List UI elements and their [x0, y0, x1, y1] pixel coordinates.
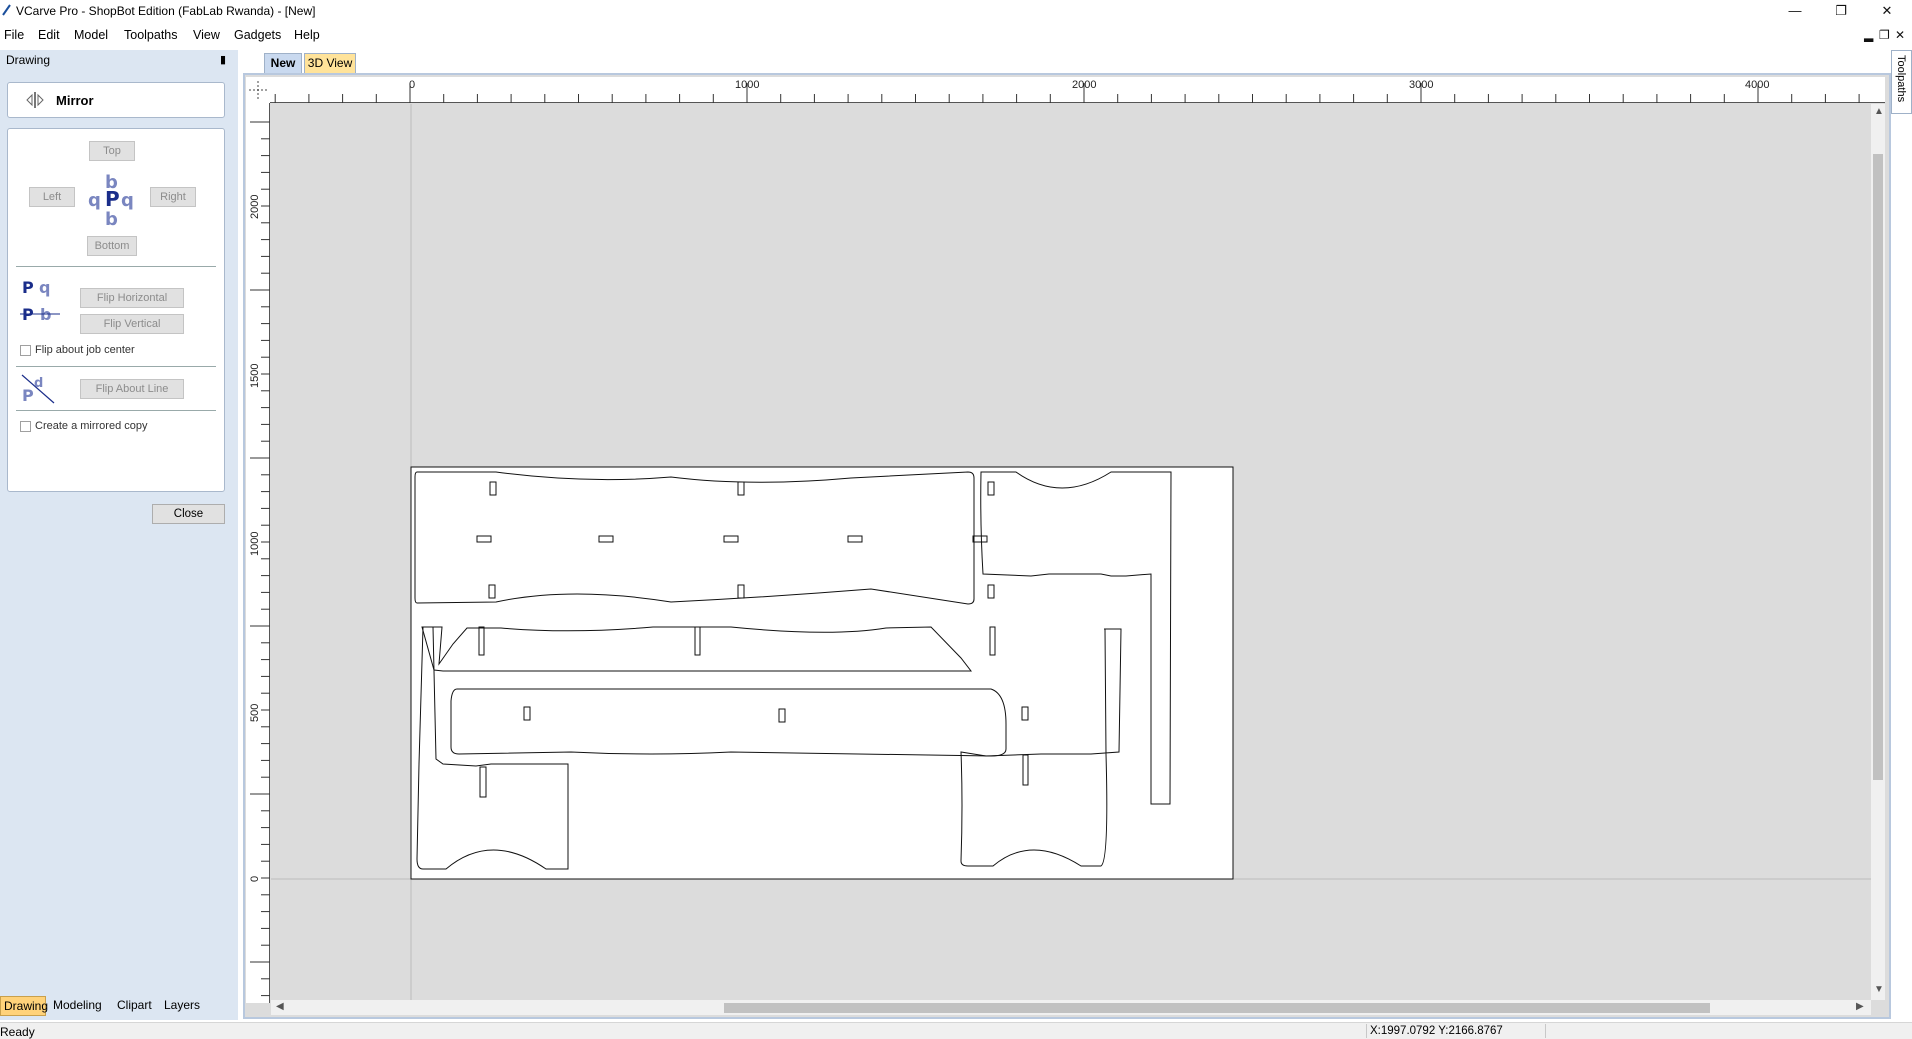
tab-layers[interactable]: Layers — [161, 996, 207, 1016]
toolpaths-side-label: Toolpaths — [1895, 55, 1907, 103]
top-button[interactable]: Top — [89, 141, 135, 161]
ruler-label-v: 2000 — [249, 194, 261, 219]
mdi-restore-icon[interactable]: ❐ — [1879, 28, 1890, 42]
ruler-label-h: 4000 — [1745, 79, 1770, 91]
material-sheet[interactable] — [410, 466, 1234, 880]
tab-clipart[interactable]: Clipart — [114, 996, 160, 1016]
flip-vertical-button[interactable]: Flip Vertical — [80, 314, 184, 334]
cursor-coordinates: X:1997.0792 Y:2166.8767 — [1370, 1025, 1503, 1037]
svg-text:d: d — [34, 376, 43, 391]
menu-help[interactable]: Help — [294, 28, 320, 42]
svg-text:q: q — [39, 278, 50, 297]
flip-about-line-button[interactable]: Flip About Line — [80, 379, 184, 399]
restore-icon[interactable]: ❐ — [1818, 0, 1864, 22]
drawing-canvas[interactable] — [271, 104, 1871, 1000]
menu-edit[interactable]: Edit — [38, 28, 60, 42]
left-button[interactable]: Left — [29, 187, 75, 207]
ruler-label-v: 1500 — [249, 363, 261, 388]
flip-about-line-icon: P d — [21, 374, 55, 405]
svg-text:P: P — [105, 187, 120, 211]
mdi-minimize-icon[interactable]: ▂ — [1864, 28, 1873, 42]
svg-text:q: q — [88, 190, 101, 211]
title-bar: VCarve Pro - ShopBot Edition (FabLab Rwa… — [0, 0, 1912, 22]
window-title: VCarve Pro - ShopBot Edition (FabLab Rwa… — [16, 4, 316, 18]
menu-toolpaths[interactable]: Toolpaths — [124, 28, 178, 42]
toolpaths-side-tab[interactable]: Toolpaths — [1891, 50, 1912, 114]
ruler-label-v: 500 — [249, 703, 261, 722]
horizontal-scrollbar[interactable]: ◀ ▶ — [271, 1000, 1871, 1015]
ruler-label-v: 0 — [249, 875, 261, 882]
panel-header: Drawing — [6, 53, 51, 67]
svg-text:P: P — [22, 278, 34, 297]
ruler-label-h: 3000 — [1409, 79, 1434, 91]
svg-text:q: q — [121, 190, 134, 211]
ruler-label-h: 2000 — [1072, 79, 1097, 91]
svg-text:P: P — [22, 386, 34, 405]
status-bar: Ready X:1997.0792 Y:2166.8767 — [0, 1022, 1912, 1039]
mirrored-copy-checkbox[interactable] — [20, 421, 31, 432]
menu-view[interactable]: View — [193, 28, 220, 42]
tab-drawing[interactable]: Drawing — [0, 996, 48, 1016]
ruler-label-v: 1000 — [249, 531, 261, 556]
flip-vertical-icon: P b — [20, 305, 60, 324]
flip-job-center-label: Flip about job center — [35, 344, 135, 356]
tab-new[interactable]: New — [264, 53, 302, 73]
mirrored-copy-label: Create a mirrored copy — [35, 420, 148, 432]
flip-job-center-checkbox[interactable] — [20, 345, 31, 356]
mirror-tool-header: Mirror — [7, 82, 225, 118]
app-icon — [2, 4, 11, 16]
close-icon[interactable]: ✕ — [1864, 0, 1910, 22]
menu-model[interactable]: Model — [74, 28, 108, 42]
menu-bar: File Edit Model Toolpaths View Gadgets H… — [0, 25, 1912, 47]
close-button[interactable]: Close — [152, 504, 225, 524]
right-button[interactable]: Right — [150, 187, 196, 207]
vertical-scrollbar[interactable]: ▲ ▼ — [1871, 104, 1885, 1000]
flip-horizontal-button[interactable]: Flip Horizontal — [80, 288, 184, 308]
tab-3d-view[interactable]: 3D View — [304, 53, 356, 73]
mirror-options: Top Left Right Bottom b q P q b P q Flip… — [7, 128, 225, 492]
tab-modeling[interactable]: Modeling — [50, 996, 112, 1016]
svg-text:b: b — [105, 209, 118, 227]
flip-horizontal-icon: P q — [22, 278, 50, 297]
bottom-button[interactable]: Bottom — [87, 236, 137, 256]
mdi-close-icon[interactable]: ✕ — [1895, 28, 1905, 42]
ruler-label-h: 1000 — [735, 79, 760, 91]
horizontal-ruler: 0 1000 2000 3000 4000 — [270, 77, 1885, 103]
ruler-corner[interactable] — [246, 77, 270, 103]
menu-file[interactable]: File — [4, 28, 24, 42]
tool-title: Mirror — [56, 93, 94, 108]
pin-icon[interactable]: ▮ — [220, 53, 226, 66]
minimize-icon[interactable]: — — [1772, 0, 1818, 22]
menu-gadgets[interactable]: Gadgets — [234, 28, 281, 42]
drawing-panel: Drawing ▮ Mirror Top Left Right Bottom b… — [0, 50, 238, 1020]
vertical-ruler: 2000 1500 1000 500 0 — [246, 103, 270, 1003]
mirror-preview-icon: b q P q b — [88, 172, 134, 227]
ruler-label-h: 0 — [409, 79, 416, 91]
status-text: Ready — [0, 1025, 35, 1039]
mirror-icon — [26, 92, 44, 108]
